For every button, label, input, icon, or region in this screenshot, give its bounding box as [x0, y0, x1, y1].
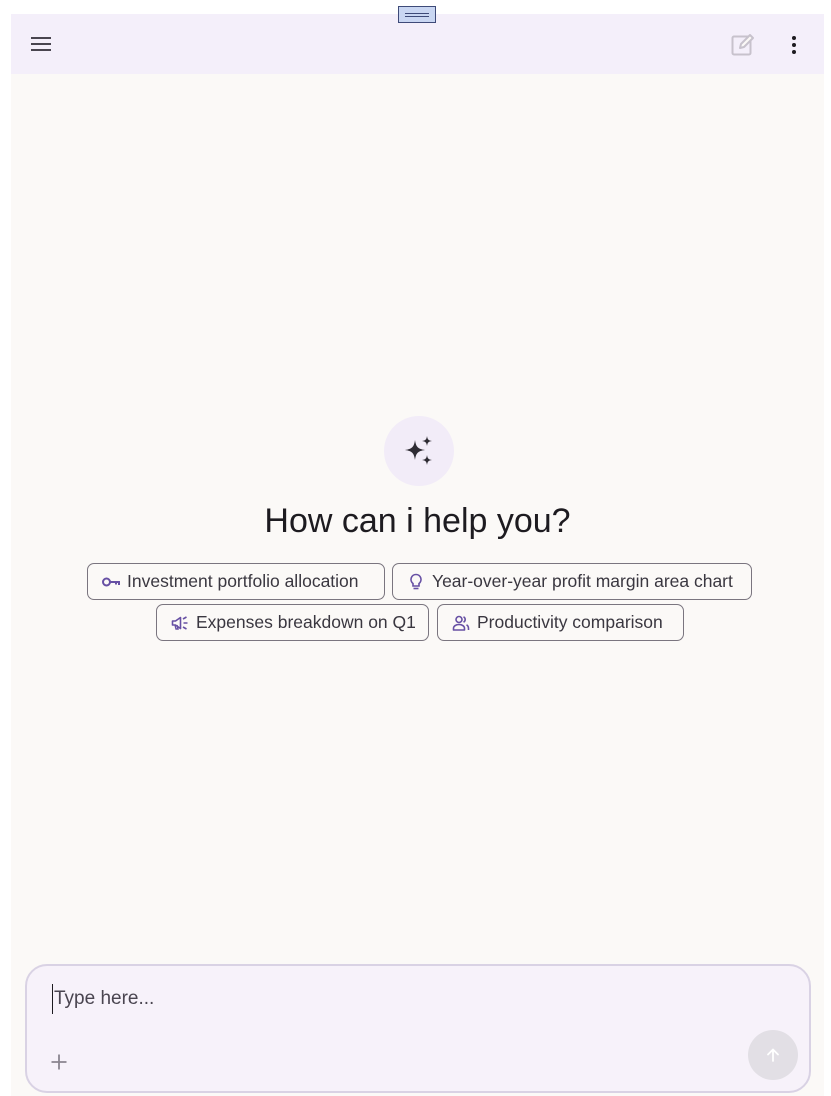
assistant-avatar — [384, 416, 454, 486]
app-window: How can i help you? Investment portfolio… — [11, 14, 824, 1096]
sparkles-icon — [405, 436, 432, 465]
message-input[interactable] — [52, 984, 742, 1014]
chip-label: Investment portfolio allocation — [127, 571, 359, 591]
chip-label: Expenses breakdown on Q1 — [196, 612, 416, 632]
suggestion-chip-investment[interactable]: Investment portfolio allocation — [87, 563, 385, 600]
menu-icon — [31, 37, 51, 51]
edit-note-icon — [731, 34, 754, 56]
arrow-up-icon — [767, 1048, 779, 1062]
people-icon — [450, 612, 472, 634]
chip-label: Year-over-year profit margin area chart — [432, 571, 733, 591]
lightbulb-icon — [405, 571, 427, 593]
suggestion-chip-productivity[interactable]: Productivity comparison — [437, 604, 684, 641]
top-app-bar — [11, 14, 824, 74]
message-composer — [25, 964, 811, 1093]
suggestion-chip-profit-margin[interactable]: Year-over-year profit margin area chart — [392, 563, 752, 600]
welcome-headline: How can i help you? — [264, 502, 571, 540]
more-vert-icon — [792, 36, 796, 54]
new-chat-button[interactable] — [723, 25, 763, 65]
key-icon — [100, 571, 122, 593]
send-button[interactable] — [748, 1030, 798, 1080]
chip-label: Productivity comparison — [477, 612, 663, 632]
more-options-button[interactable] — [774, 25, 814, 65]
attach-button[interactable] — [45, 1048, 73, 1076]
window-drag-handle[interactable] — [398, 6, 436, 23]
menu-button[interactable] — [21, 24, 61, 64]
suggestion-chip-expenses[interactable]: Expenses breakdown on Q1 — [156, 604, 429, 641]
campaign-icon — [169, 612, 191, 634]
plus-icon — [51, 1054, 67, 1070]
